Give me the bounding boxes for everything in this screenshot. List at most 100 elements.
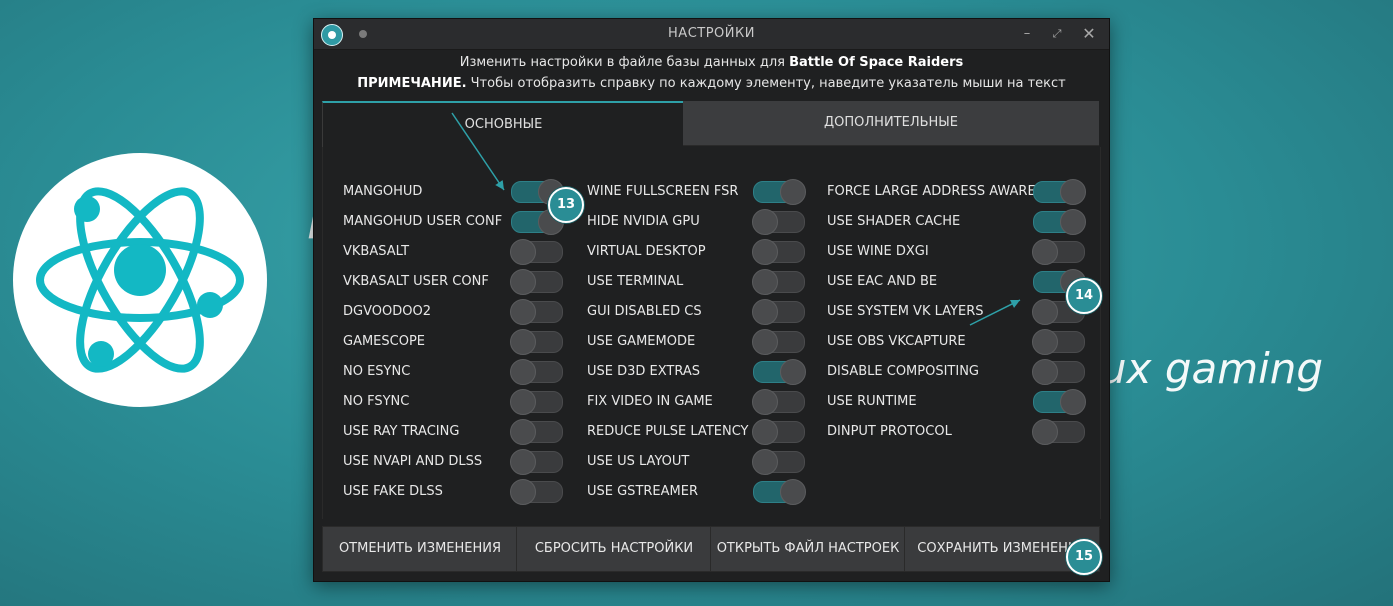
option-label[interactable]: REDUCE PULSE LATENCY [587, 417, 748, 447]
toggle-switch[interactable] [752, 209, 805, 235]
option-row: DINPUT PROTOCOL [827, 417, 1087, 447]
option-label[interactable]: VIRTUAL DESKTOP [587, 237, 706, 267]
option-label[interactable]: GUI DISABLED CS [587, 297, 702, 327]
option-label[interactable]: USE NVAPI AND DLSS [343, 447, 482, 477]
option-row: GUI DISABLED CS [587, 297, 807, 327]
option-row: USE SYSTEM VK LAYERS [827, 297, 1087, 327]
toggle-switch[interactable] [510, 479, 563, 505]
option-row: USE D3D EXTRAS [587, 357, 807, 387]
toggle-knob [752, 449, 778, 475]
options-panel: MANGOHUD MANGOHUD USER CONF VKBASALT VKBASA… [322, 147, 1101, 519]
title-bar[interactable]: НАСТРОЙКИ – ⤢ ✕ [314, 19, 1109, 50]
toggle-knob [510, 419, 536, 445]
tab-advanced[interactable]: ДОПОЛНИТЕЛЬНЫЕ [683, 101, 1099, 146]
option-label[interactable]: USE TERMINAL [587, 267, 683, 297]
toggle-knob [752, 419, 778, 445]
option-label[interactable]: DINPUT PROTOCOL [827, 417, 952, 447]
option-label[interactable]: USE RAY TRACING [343, 417, 459, 447]
toggle-knob [752, 299, 778, 325]
toggle-knob [1032, 329, 1058, 355]
toggle-switch[interactable] [752, 239, 805, 265]
option-label[interactable]: VKBASALT [343, 237, 409, 267]
option-row: USE FAKE DLSS [343, 477, 565, 507]
toggle-switch[interactable] [752, 269, 805, 295]
option-label[interactable]: FORCE LARGE ADDRESS AWARE [827, 177, 1036, 207]
toggle-knob [510, 449, 536, 475]
option-label[interactable]: HIDE NVIDIA GPU [587, 207, 700, 237]
callout-15: 15 [1066, 539, 1102, 575]
option-label[interactable]: USE WINE DXGI [827, 237, 929, 267]
option-label[interactable]: USE SYSTEM VK LAYERS [827, 297, 983, 327]
toggle-switch[interactable] [510, 329, 563, 355]
toggle-switch[interactable] [1033, 389, 1086, 415]
option-label[interactable]: USE RUNTIME [827, 387, 917, 417]
option-label[interactable]: DGVOODOO2 [343, 297, 431, 327]
toggle-switch[interactable] [1032, 329, 1085, 355]
option-row: MANGOHUD [343, 177, 565, 207]
option-row: DGVOODOO2 [343, 297, 565, 327]
toggle-switch[interactable] [510, 389, 563, 415]
toggle-switch[interactable] [510, 449, 563, 475]
option-row: VIRTUAL DESKTOP [587, 237, 807, 267]
callout-14: 14 [1066, 278, 1102, 314]
info-line: Изменить настройки в файле базы данных д… [314, 55, 1109, 70]
callout-13: 13 [548, 187, 584, 223]
option-label[interactable]: NO FSYNC [343, 387, 409, 417]
option-label[interactable]: NO ESYNC [343, 357, 410, 387]
option-label[interactable]: MANGOHUD [343, 177, 422, 207]
option-label[interactable]: USE SHADER CACHE [827, 207, 960, 237]
close-button[interactable]: ✕ [1078, 23, 1100, 45]
cancel-changes-button[interactable]: ОТМЕНИТЬ ИЗМЕНЕНИЯ [322, 526, 518, 572]
option-row: USE SHADER CACHE [827, 207, 1087, 237]
option-label[interactable]: USE OBS VKCAPTURE [827, 327, 966, 357]
toggle-switch[interactable] [752, 329, 805, 355]
toggle-switch[interactable] [753, 359, 806, 385]
toggle-knob [752, 329, 778, 355]
open-config-button[interactable]: ОТКРЫТЬ ФАЙЛ НАСТРОЕК [710, 526, 906, 572]
toggle-switch[interactable] [1032, 419, 1085, 445]
footer-buttons: ОТМЕНИТЬ ИЗМЕНЕНИЯ СБРОСИТЬ НАСТРОЙКИ ОТ… [322, 526, 1100, 572]
toggle-switch[interactable] [1033, 179, 1086, 205]
option-label[interactable]: USE GSTREAMER [587, 477, 698, 507]
toggle-switch[interactable] [510, 419, 563, 445]
option-label[interactable]: FIX VIDEO IN GAME [587, 387, 713, 417]
toggle-switch[interactable] [753, 479, 806, 505]
toggle-switch[interactable] [753, 179, 806, 205]
option-label[interactable]: MANGOHUD USER CONF [343, 207, 502, 237]
option-row: USE US LAYOUT [587, 447, 807, 477]
option-label[interactable]: USE GAMEMODE [587, 327, 695, 357]
toggle-switch[interactable] [1033, 209, 1086, 235]
toggle-switch[interactable] [510, 299, 563, 325]
toggle-switch[interactable] [1032, 359, 1085, 385]
toggle-switch[interactable] [510, 239, 563, 265]
toggle-switch[interactable] [510, 269, 563, 295]
option-row: USE GAMEMODE [587, 327, 807, 357]
option-label[interactable]: USE US LAYOUT [587, 447, 689, 477]
option-row: USE TERMINAL [587, 267, 807, 297]
option-label[interactable]: VKBASALT USER CONF [343, 267, 489, 297]
toggle-switch[interactable] [752, 389, 805, 415]
option-label[interactable]: USE EAC AND BE [827, 267, 937, 297]
option-row: USE NVAPI AND DLSS [343, 447, 565, 477]
toggle-switch[interactable] [1032, 239, 1085, 265]
option-label[interactable]: DISABLE COMPOSITING [827, 357, 979, 387]
note-label: ПРИМЕЧАНИЕ. [357, 76, 467, 91]
toggle-knob [1032, 299, 1058, 325]
maximize-button[interactable]: ⤢ [1046, 23, 1068, 45]
option-label[interactable]: USE FAKE DLSS [343, 477, 443, 507]
toggle-switch[interactable] [752, 449, 805, 475]
toggle-switch[interactable] [752, 299, 805, 325]
option-label[interactable]: WINE FULLSCREEN FSR [587, 177, 738, 207]
toggle-knob [1032, 359, 1058, 385]
tab-basic[interactable]: ОСНОВНЫЕ [322, 101, 684, 147]
toggle-switch[interactable] [752, 419, 805, 445]
toggle-knob [1060, 389, 1086, 415]
reset-settings-button[interactable]: СБРОСИТЬ НАСТРОЙКИ [516, 526, 712, 572]
option-row: USE RAY TRACING [343, 417, 565, 447]
wallpaper-logo [13, 153, 267, 407]
option-label[interactable]: USE D3D EXTRAS [587, 357, 700, 387]
minimize-button[interactable]: – [1016, 23, 1038, 45]
option-row: VKBASALT USER CONF [343, 267, 565, 297]
option-label[interactable]: GAMESCOPE [343, 327, 425, 357]
toggle-switch[interactable] [510, 359, 563, 385]
